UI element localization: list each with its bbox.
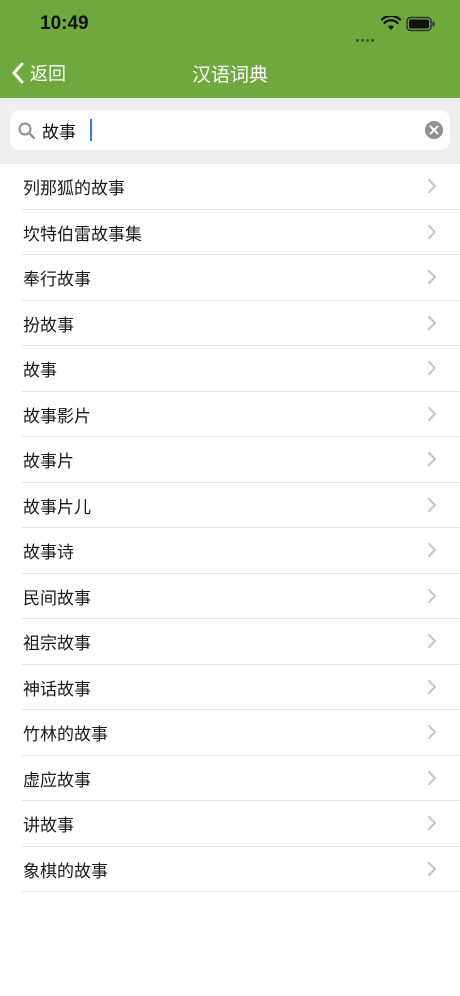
chevron-right-icon <box>428 543 436 557</box>
clear-icon[interactable] <box>424 120 444 140</box>
chevron-right-icon <box>428 770 436 785</box>
chevron-right-icon <box>428 315 436 330</box>
list-item[interactable]: 故事 <box>22 346 460 392</box>
search-bar <box>0 98 460 164</box>
list-item-label: 故事片 <box>23 452 74 472</box>
list-item-label: 奉行故事 <box>23 270 91 290</box>
chevron-right-icon <box>428 588 436 603</box>
list-item-label: 祖宗故事 <box>23 634 91 654</box>
list-item[interactable]: 故事诗 <box>22 528 460 574</box>
list-item-label: 讲故事 <box>23 816 74 836</box>
search-icon <box>18 122 36 140</box>
list-item-label: 扮故事 <box>23 315 74 336</box>
chevron-right-icon <box>428 270 436 284</box>
text-cursor <box>90 119 92 141</box>
list-item[interactable]: 竹林的故事 <box>22 710 460 756</box>
list-item[interactable]: 扮故事 <box>22 301 460 346</box>
list-item-label: 神话故事 <box>23 679 91 700</box>
list-item[interactable]: 列那狐的故事 <box>22 164 460 210</box>
chevron-right-icon <box>428 861 436 876</box>
list-item-label: 列那狐的故事 <box>23 179 125 199</box>
list-item-label: 象棋的故事 <box>23 861 108 882</box>
list-item[interactable]: 故事影片 <box>22 392 460 437</box>
chevron-right-icon <box>428 634 436 648</box>
list-item[interactable]: 奉行故事 <box>22 255 460 301</box>
list-item-label: 竹林的故事 <box>23 725 108 745</box>
list-item[interactable]: 祖宗故事 <box>22 619 460 665</box>
list-item[interactable]: 神话故事 <box>22 665 460 710</box>
list-item-label: 故事诗 <box>23 543 74 563</box>
status-time: 10:49 <box>40 13 89 34</box>
list-item-label: 民间故事 <box>23 588 91 609</box>
chevron-right-icon <box>428 725 436 739</box>
search-field[interactable] <box>10 110 450 150</box>
list-item[interactable]: 虚应故事 <box>22 756 460 801</box>
navigation-header: 10:49 返回 汉语词典 <box>0 0 460 98</box>
battery-icon <box>406 16 435 32</box>
chevron-right-icon <box>428 816 436 830</box>
list-item[interactable]: 故事片儿 <box>22 483 460 528</box>
list-item-label: 虚应故事 <box>23 770 91 791</box>
chevron-right-icon <box>428 361 436 375</box>
list-item[interactable]: 民间故事 <box>22 574 460 619</box>
list-item[interactable]: 故事片 <box>22 437 460 483</box>
chevron-right-icon <box>428 224 436 239</box>
chevron-right-icon <box>428 406 436 421</box>
signal-icon <box>356 27 376 46</box>
result-list: 列那狐的故事 坎特伯雷故事集 奉行故事扮故事故事故事影片故事片故事片儿故事诗民间故事… <box>0 164 460 892</box>
list-item-label: 故事片儿 <box>23 497 91 518</box>
list-item-label: 坎特伯雷故事集 <box>23 224 142 245</box>
chevron-right-icon <box>428 497 436 512</box>
chevron-right-icon <box>428 679 436 694</box>
list-item[interactable]: 象棋的故事 <box>22 847 460 892</box>
chevron-right-icon <box>428 179 436 193</box>
list-item[interactable]: 坎特伯雷故事集 <box>22 210 460 255</box>
page-title: 汉语词典 <box>191 64 268 86</box>
list-item[interactable]: 讲故事 <box>22 801 460 847</box>
wifi-icon <box>381 16 401 30</box>
list-item-label: 故事 <box>23 361 57 381</box>
chevron-right-icon <box>428 452 436 466</box>
list-item-label: 故事影片 <box>23 406 91 427</box>
search-input[interactable] <box>42 110 422 150</box>
